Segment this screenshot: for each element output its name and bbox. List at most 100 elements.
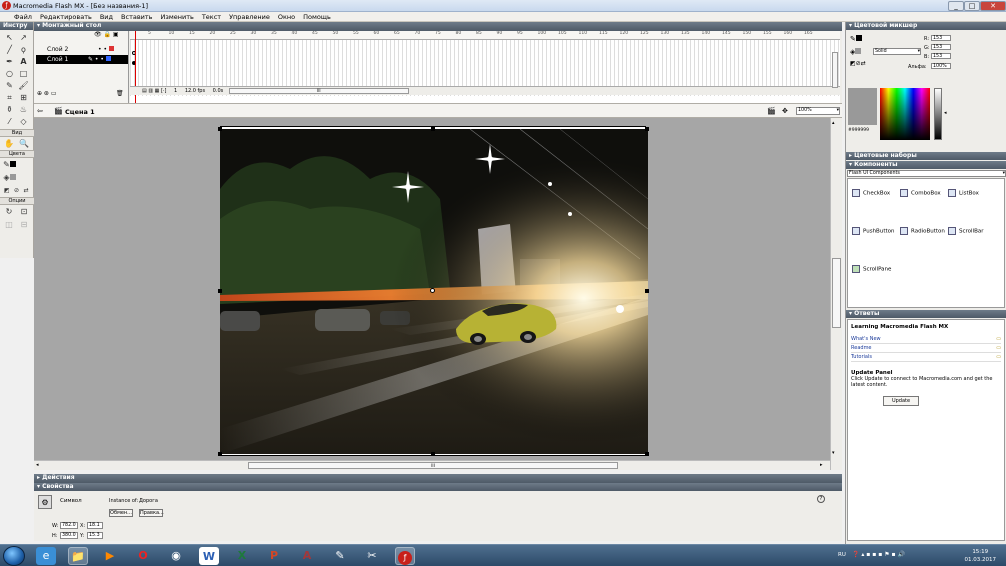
component-set-select[interactable]: Flash UI Components ▾ [847, 170, 1006, 177]
y-field[interactable]: 15.3 [87, 532, 103, 539]
b-field[interactable]: 153 [931, 53, 951, 59]
x-field[interactable]: 18.1 [87, 522, 103, 529]
color-spectrum[interactable] [880, 88, 930, 140]
component-pushbutton[interactable]: PushButton [852, 227, 900, 237]
layer-toggle-icons[interactable]: 👁 🔒 ▣ [94, 31, 119, 38]
scroll-up-icon[interactable]: ▴ [832, 120, 835, 126]
hand-icon[interactable]: ✋ [3, 138, 15, 149]
stroke-swatch-icon[interactable]: ✎ [850, 35, 862, 43]
onion-skin-icons[interactable]: ▤ ▥ ▦ [·] [142, 88, 166, 94]
g-field[interactable]: 153 [931, 44, 951, 50]
pencil-icon[interactable]: ✎ [3, 80, 16, 91]
update-button[interactable]: Update [883, 396, 919, 406]
paint-bucket-icon[interactable]: ♨ [17, 104, 30, 115]
add-layer-icons[interactable]: ⊕ ⊛ ▭ [37, 90, 57, 97]
r-field[interactable]: 153 [931, 35, 951, 41]
brush-icon[interactable]: 🖌 [17, 80, 30, 91]
fill-swatch-icon[interactable]: ◈ [850, 48, 862, 56]
maximize-button[interactable]: □ [964, 1, 980, 11]
media-player-icon[interactable]: ▶ [100, 547, 120, 565]
components-header[interactable]: ▾ Компоненты [846, 161, 1006, 169]
eyedropper-icon[interactable]: ⁄ [3, 116, 16, 127]
rotate-icon[interactable]: ◫ [3, 219, 15, 230]
menu-help[interactable]: Помощь [299, 12, 335, 22]
menu-modify[interactable]: Изменить [157, 12, 198, 22]
fill-style-select[interactable]: Solid ▾ [873, 48, 921, 55]
layer-2[interactable]: Слой 2 • • [36, 45, 128, 54]
fill-color-icon[interactable]: ◈ [3, 172, 16, 183]
handle-tc[interactable] [431, 127, 435, 131]
access-icon[interactable]: A [297, 547, 317, 565]
default-colors-icon[interactable]: ◩ [3, 185, 11, 196]
properties-header[interactable]: ▾ Свойства [34, 483, 842, 491]
close-button[interactable]: ✕ [980, 1, 1006, 11]
component-radiobutton[interactable]: RadioButton [900, 227, 948, 237]
handle-ml[interactable] [218, 289, 222, 293]
back-arrow-icon[interactable]: ⇦ [37, 107, 43, 115]
lasso-icon[interactable]: ϙ [17, 44, 30, 55]
paint-icon[interactable]: ✎ [330, 547, 350, 565]
handle-br[interactable] [645, 452, 649, 456]
timeline-hscroll[interactable]: III [228, 87, 409, 94]
subselect-icon[interactable]: ↗ [17, 32, 30, 43]
answers-header[interactable]: ▾ Ответы [846, 310, 1006, 318]
component-scrollpane[interactable]: ScrollPane [852, 265, 900, 275]
eraser-icon[interactable]: ◇ [17, 116, 30, 127]
explorer-icon[interactable]: 📁 [68, 547, 88, 565]
help-icon[interactable]: ? [817, 495, 825, 503]
smooth-icon[interactable]: ⊡ [18, 206, 30, 217]
rect-icon[interactable]: □ [17, 68, 30, 79]
handle-bl[interactable] [218, 452, 222, 456]
oval-icon[interactable]: ○ [3, 68, 16, 79]
brightness-bar[interactable] [934, 88, 942, 140]
tray-icons[interactable]: ❓ ▴ ▪ ▪ ▪ ⚑ ▪ 🔊 [852, 551, 905, 558]
scale-icon[interactable]: ⊟ [18, 219, 30, 230]
ie-icon[interactable]: e [36, 547, 56, 565]
text-icon[interactable]: A [17, 56, 30, 67]
menu-control[interactable]: Управление [225, 12, 274, 22]
timeline-vscroll[interactable] [832, 52, 838, 88]
brightness-arrow-icon[interactable]: ◂ [944, 110, 947, 116]
handle-bc[interactable] [431, 452, 435, 456]
registration-point[interactable] [430, 288, 435, 293]
component-checkbox[interactable]: CheckBox [852, 189, 900, 199]
alpha-field[interactable]: 100% [931, 63, 951, 69]
opera-icon[interactable]: O [133, 547, 153, 565]
edit-scene-icon[interactable]: 🎬 [767, 107, 776, 115]
language-indicator[interactable]: RU [838, 552, 846, 558]
handle-tl[interactable] [218, 127, 222, 131]
scroll-right-icon[interactable]: ▸ [820, 462, 823, 468]
ink-bottle-icon[interactable]: ⚱ [3, 104, 16, 115]
powerpoint-icon[interactable]: P [264, 547, 284, 565]
stage-hscroll[interactable]: ◂ III ▸ [34, 460, 830, 470]
scroll-down-icon[interactable]: ▾ [832, 450, 835, 456]
scroll-left-icon[interactable]: ◂ [36, 462, 39, 468]
stage-hscroll-thumb[interactable]: III [248, 462, 618, 469]
color-swatches-header[interactable]: ▸ Цветовые наборы [846, 152, 1006, 160]
actions-panel-header[interactable]: ▸ Действия [34, 474, 842, 483]
link-tutorials[interactable]: Tutorials ▭ [851, 353, 1001, 362]
component-scrollbar[interactable]: ScrollBar [948, 227, 996, 237]
flash-icon[interactable]: ƒ [395, 547, 415, 565]
link-whats-new[interactable]: What's New ▭ [851, 335, 1001, 344]
handle-tr[interactable] [645, 127, 649, 131]
stroke-color-icon[interactable]: ✎ [3, 159, 16, 170]
w-field[interactable]: 782.0 [60, 522, 78, 529]
snap-icon[interactable]: ↻ [3, 206, 15, 217]
clock[interactable]: 15:19 01.03.2017 [965, 548, 997, 564]
line-icon[interactable]: ╱ [3, 44, 16, 55]
chrome-icon[interactable]: ◉ [166, 547, 186, 565]
menu-text[interactable]: Текст [198, 12, 225, 22]
handle-mr[interactable] [645, 289, 649, 293]
swap-colors-icon[interactable]: ⇄ [22, 185, 30, 196]
swap-fill-icons[interactable]: ◩⊘⇄ [850, 60, 866, 67]
excel-icon[interactable]: X [232, 547, 252, 565]
menu-file[interactable]: Файл [0, 12, 36, 22]
stage-vscroll[interactable]: ▴ ▾ [830, 118, 842, 470]
hex-value[interactable]: #999999 [848, 128, 869, 133]
arrow-icon[interactable]: ↖ [3, 32, 16, 43]
zoom-select[interactable]: 100% ▾ [796, 107, 840, 115]
layer-1[interactable]: Слой 1 ✎ • • [36, 55, 128, 64]
menu-edit[interactable]: Редактировать [36, 12, 96, 22]
component-listbox[interactable]: ListBox [948, 189, 996, 199]
